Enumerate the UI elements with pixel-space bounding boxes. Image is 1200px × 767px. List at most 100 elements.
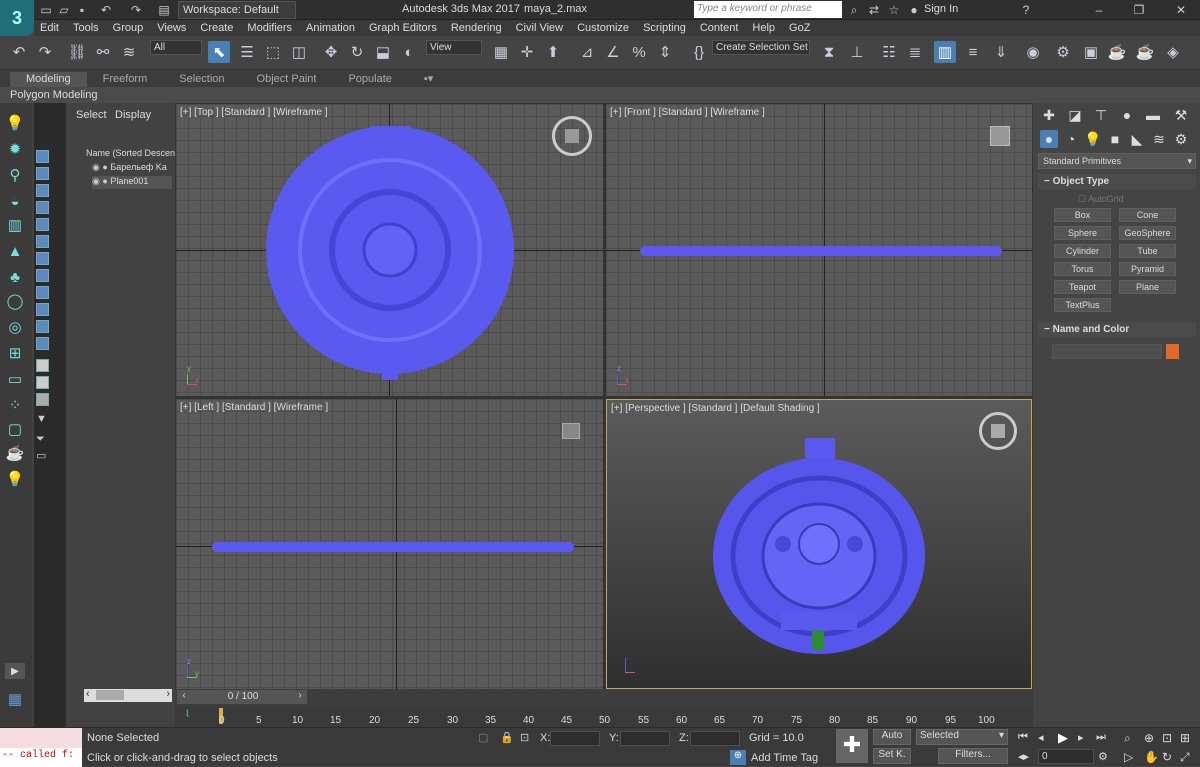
rendered-frame-icon[interactable]: ▣ [1080,41,1102,63]
tab-selection[interactable]: Selection [163,72,240,87]
object-color-swatch[interactable] [1166,344,1179,359]
viewport-front[interactable]: [+] [Front ] [Standard ] [Wireframe ] x … [606,104,1032,396]
cameras-icon[interactable]: ■ [1106,130,1124,148]
display-frozen-icon[interactable] [36,320,49,333]
maxscript-listener[interactable] [0,728,82,748]
curve-editor-mini-icon[interactable]: ⌇ [185,709,190,720]
pivot-center-icon[interactable]: ▦ [490,41,512,63]
helpers-icon[interactable]: ◣ [1128,130,1146,148]
menu-animation[interactable]: Animation [306,22,355,34]
time-config-icon[interactable]: ⚙ [1098,750,1108,763]
lights-icon[interactable]: 💡 [1084,130,1102,148]
tab-populate[interactable]: Populate [332,72,407,87]
display-lights-icon[interactable] [36,184,49,197]
systems-icon[interactable]: ⚙ [1172,130,1190,148]
menu-customize[interactable]: Customize [577,22,629,34]
create-teapot-icon[interactable]: ☕ [5,443,25,463]
workspace-dropdown[interactable]: Workspace: Default [178,1,296,19]
pyramid-button[interactable]: Pyramid [1119,262,1176,276]
box-button[interactable]: Box [1054,208,1111,222]
goto-end-icon[interactable]: ⏭ [1096,731,1106,744]
snaps-toggle-icon[interactable]: ⊿ [576,41,598,63]
isolate-icon[interactable]: ▢ [478,731,488,744]
menu-goz[interactable]: GoZ [789,22,810,34]
schematic-view-icon[interactable]: ⇓ [990,41,1012,63]
create-bulb-icon[interactable]: 💡 [5,469,25,489]
orbit-icon[interactable]: ↻ [1162,750,1172,764]
create-tab-icon[interactable]: ✚ [1040,106,1058,124]
selection-filter-dropdown[interactable]: All [150,40,202,55]
cylinder-button[interactable]: Cylinder [1054,244,1111,258]
ref-coord-dropdown[interactable]: View [426,40,482,55]
play-icon[interactable]: ▶ [1058,730,1068,746]
scroll-thumb[interactable] [96,690,124,700]
ribbon-toggle-icon[interactable]: ▥ [934,41,956,63]
menu-edit[interactable]: Edit [40,22,59,34]
create-grid-icon[interactable]: ⊞ [5,343,25,363]
motion-tab-icon[interactable]: ● [1118,106,1136,124]
display-bones-icon[interactable] [36,286,49,299]
display-spacewarps-icon[interactable] [36,235,49,248]
time-slider[interactable]: ‹ 0 / 100 › [175,689,1033,707]
layer-explorer-icon[interactable]: ≣ [904,41,926,63]
create-book-icon[interactable]: ▥ [5,215,25,235]
time-next-icon[interactable]: › [293,690,307,704]
textplus-button[interactable]: TextPlus [1054,298,1111,312]
angle-snap-icon[interactable]: ∠ [602,41,624,63]
select-manipulate-icon[interactable]: ✛ [516,41,538,63]
display-none-icon[interactable] [36,376,49,389]
close-icon[interactable]: ✕ [1172,1,1190,19]
menu-content[interactable]: Content [700,22,739,34]
prev-frame-icon[interactable]: ◂ [1038,731,1044,744]
display-groups-icon[interactable] [36,252,49,265]
scroll-left-icon[interactable]: ‹ [86,688,90,700]
scene-list-header[interactable]: Name (Sorted Descen [86,148,175,158]
bind-space-warp-icon[interactable]: ≋ [118,41,140,63]
mesh-left-view[interactable] [212,542,574,552]
teapot-button[interactable]: Teapot [1054,280,1111,294]
display-shapes-icon[interactable] [36,167,49,180]
render-iterative-icon[interactable]: ☕ [1134,41,1156,63]
select-object-icon[interactable]: ⬉ [208,41,230,63]
sign-in-link[interactable]: Sign In [924,3,958,15]
viewcube-top[interactable] [552,116,592,156]
display-helpers-icon[interactable] [36,218,49,231]
tab-object-paint[interactable]: Object Paint [241,72,333,87]
y-coord-field[interactable] [620,731,670,746]
hierarchy-tab-icon[interactable]: ⊤ [1092,106,1110,124]
track-bar[interactable]: ⌇ 0 5 10 15 20 25 30 35 40 45 50 55 60 6… [175,707,1033,727]
scale-icon[interactable]: ⬓ [372,41,394,63]
eye-icon[interactable]: ◉ [92,162,100,172]
display-invert-icon[interactable] [36,393,49,406]
z-coord-field[interactable] [690,731,740,746]
open-file-icon[interactable]: ▱ [56,1,72,19]
app-logo[interactable]: 3 [0,0,34,36]
lock-icon[interactable]: 🔒 [500,731,514,744]
create-sun-icon[interactable]: ✹ [5,139,25,159]
mesh-perspective-view[interactable] [711,436,927,656]
user-icon[interactable]: ● [906,1,922,19]
fov-icon[interactable]: ▷ [1124,750,1133,764]
create-particles-icon[interactable]: ⁘ [5,395,25,415]
display-cameras-icon[interactable] [36,201,49,214]
ribbon-options-icon[interactable]: ▪▾ [408,72,449,87]
curve-editor-icon[interactable]: ≡ [962,41,984,63]
material-editor-icon[interactable]: ◉ [1022,41,1044,63]
maximize-icon[interactable]: ❐ [1130,1,1148,19]
binoculars-icon[interactable]: ⌕ [846,1,862,19]
torus-button[interactable]: Torus [1054,262,1111,276]
display-xrefs-icon[interactable] [36,269,49,282]
project-folder-icon[interactable]: ▤ [156,1,172,19]
viewcube-left[interactable] [562,423,580,439]
absolute-mode-icon[interactable]: ⊡ [520,731,529,744]
name-color-rollout[interactable]: − Name and Color [1038,322,1196,337]
tube-button[interactable]: Tube [1119,244,1176,258]
time-tag-icon[interactable]: ⊕ [730,750,746,765]
menu-tools[interactable]: Tools [73,22,99,34]
exchange-icon[interactable]: ⇄ [866,1,882,19]
layout-icon[interactable]: ▦ [5,689,25,709]
viewport-left[interactable]: [+] [Left ] [Standard ] [Wireframe ] y z [176,399,603,689]
viewport-perspective[interactable]: [+] [Perspective ] [Standard ] [Default … [606,399,1032,689]
render-dot-icon[interactable]: ● [102,176,107,186]
next-frame-icon[interactable]: ▸ [1078,731,1084,744]
